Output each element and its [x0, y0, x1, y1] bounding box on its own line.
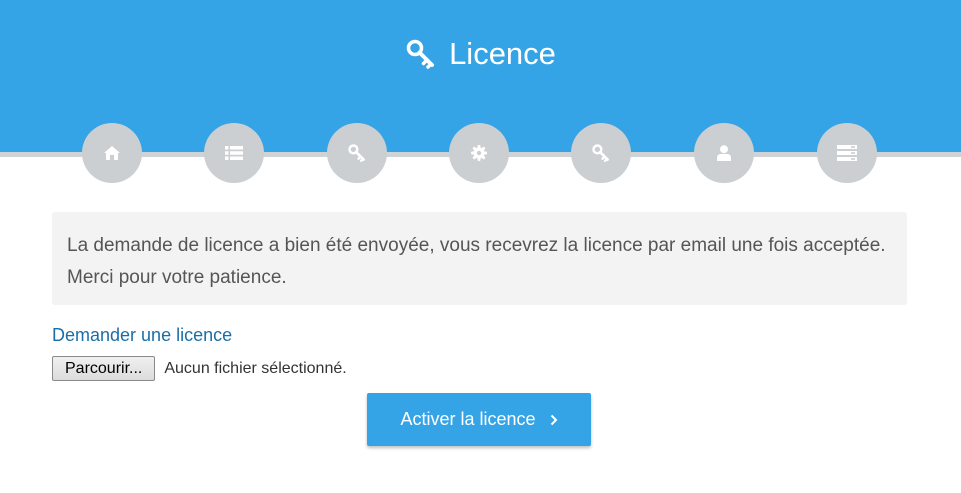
step-settings[interactable]	[449, 123, 509, 183]
user-icon	[717, 145, 731, 161]
request-licence-link[interactable]: Demander une licence	[52, 325, 232, 346]
step-user[interactable]	[694, 123, 754, 183]
step-key[interactable]	[327, 123, 387, 183]
list-icon	[225, 146, 243, 160]
step-server[interactable]	[817, 123, 877, 183]
activate-licence-button[interactable]: Activer la licence	[367, 393, 591, 446]
key-icon	[592, 144, 610, 162]
alert-message: La demande de licence a bien été envoyée…	[67, 235, 886, 288]
page-title-text: Licence	[449, 36, 556, 71]
key-icon	[348, 144, 366, 162]
step-navigation	[0, 123, 961, 183]
key-icon	[405, 38, 437, 70]
gear-icon	[471, 145, 487, 161]
file-status-text: Aucun fichier sélectionné.	[164, 359, 347, 377]
step-home[interactable]	[82, 123, 142, 183]
browse-button[interactable]: Parcourir...	[52, 356, 156, 381]
confirmation-alert: La demande de licence a bien été envoyée…	[52, 212, 907, 305]
activate-button-label: Activer la licence	[400, 409, 536, 429]
server-icon	[837, 145, 857, 161]
home-icon	[104, 146, 120, 160]
page-title: Licence	[0, 34, 961, 74]
chevron-right-icon	[550, 414, 558, 426]
step-licence[interactable]	[571, 123, 631, 183]
step-list[interactable]	[204, 123, 264, 183]
file-input: Parcourir... Aucun fichier sélectionné.	[52, 356, 347, 381]
